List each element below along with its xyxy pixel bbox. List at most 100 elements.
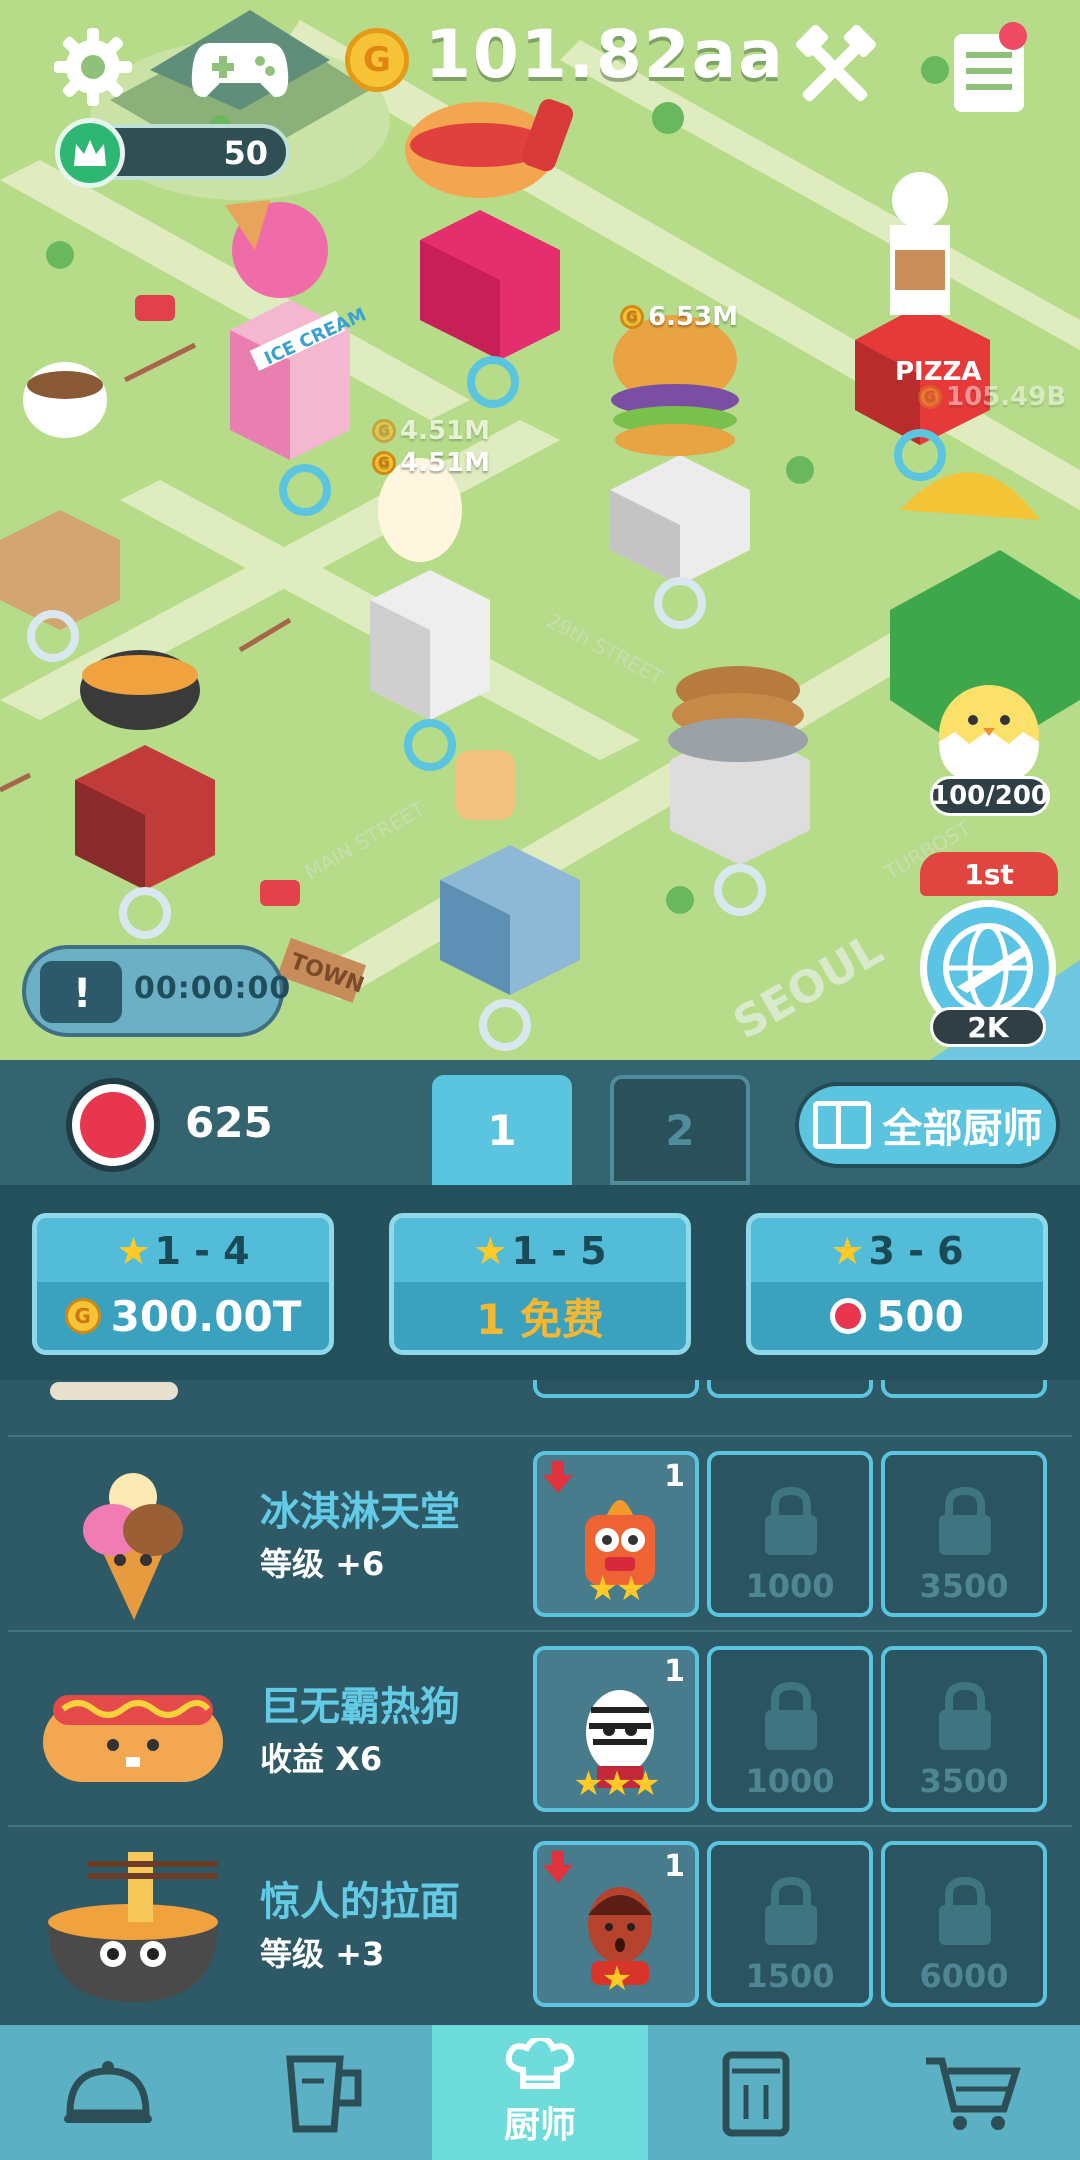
slot-price: 1500: [745, 1957, 835, 1995]
locked-chef-slot[interactable]: 1500: [707, 1841, 873, 2007]
locked-chef-slot[interactable]: 3500: [881, 1646, 1047, 1812]
hot-dog-icon: [43, 1695, 223, 1782]
settings-gear-icon[interactable]: [48, 22, 138, 112]
dish-plate-icon: [50, 1382, 178, 1400]
gem-icon: [66, 1078, 160, 1172]
player-level-bar[interactable]: 50: [55, 118, 290, 188]
nav-drinks[interactable]: [216, 2025, 432, 2160]
list-item-partial: 1000 3500: [8, 1380, 1072, 1422]
tools-hammer-icon[interactable]: [790, 24, 880, 114]
menu-book-icon: [722, 2051, 790, 2136]
money-amount: 101.82aa: [425, 16, 785, 93]
panel-header: 625 1 2 全部厨师: [0, 1060, 1080, 1185]
gold-coin-icon: G: [345, 28, 409, 92]
lock-icon: [765, 1487, 817, 1555]
chef-panel: 625 1 2 全部厨师 ★ 1 - 4 G 300.00T ★ 1 - 5 1 免费…: [0, 1060, 1080, 2025]
star-icon: ★: [116, 1229, 151, 1273]
rank-ribbon: 1st: [920, 852, 1058, 896]
slot-price: 3500: [919, 1762, 1009, 1800]
slot-price: 3500: [885, 1380, 1043, 1386]
page-tab-1[interactable]: 1: [432, 1075, 572, 1185]
chef-star-rating: ★★★: [573, 1764, 660, 1804]
tv-icon: !: [40, 961, 122, 1023]
locked-chef-slot[interactable]: 3500: [881, 1451, 1047, 1617]
city-map[interactable]: 29th STREET MAIN STREET TURBOST SEOUL IC…: [0, 0, 1080, 1060]
chick-capacity: 100/200: [930, 776, 1050, 816]
small-coin-icon: G: [620, 305, 644, 329]
gamepad-icon[interactable]: [190, 30, 290, 105]
draw-cost: 500: [876, 1291, 964, 1341]
locked-chef-slot[interactable]: 1000: [707, 1646, 873, 1812]
draw-star-range: 1 - 5: [511, 1229, 607, 1273]
draw-card-gem[interactable]: ★ 3 - 6 500: [746, 1213, 1048, 1355]
restaurant-bonus: 等级 +6: [260, 1545, 385, 1583]
page-tab-2[interactable]: 2: [610, 1075, 750, 1185]
slot-price: 1000: [745, 1567, 835, 1605]
restaurant-bonus: 收益 X6: [260, 1740, 383, 1778]
crown-icon: [55, 118, 125, 188]
draw-card-free[interactable]: ★ 1 - 5 1 免费: [389, 1213, 691, 1355]
draw-cost: 300.00T: [110, 1291, 302, 1341]
small-coin-icon: G: [918, 385, 942, 409]
restaurant-bonus: 等级 +3: [260, 1935, 385, 1973]
chef-slot[interactable]: 1 ★: [533, 1841, 699, 2007]
all-chefs-label: 全部厨师: [882, 1106, 1043, 1152]
ad-timer: 00:00:00: [134, 971, 292, 1006]
restaurant-name: 巨无霸热狗: [260, 1684, 460, 1730]
gem-count: 625: [185, 1098, 273, 1147]
locked-chef-slot[interactable]: 6000: [881, 1841, 1047, 2007]
locked-slot-partial[interactable]: 3500: [881, 1380, 1047, 1398]
chef-star-rating: ★: [601, 1959, 632, 1999]
player-level: 50: [223, 134, 268, 172]
slot-price: 3500: [919, 1567, 1009, 1605]
nav-menu[interactable]: [648, 2025, 864, 2160]
small-coin-icon: G: [372, 419, 396, 443]
ice-cream-cone-icon: [83, 1473, 183, 1620]
quest-list-icon[interactable]: [948, 20, 1048, 115]
lock-icon: [765, 1877, 817, 1945]
chef-slot[interactable]: 1 ★★★: [533, 1646, 699, 1812]
nav-chef-label: 厨师: [503, 2104, 576, 2146]
list-item-ramen: 惊人的拉面 等级 +3 1 ★ 1500 6000: [8, 1825, 1072, 2017]
nav-shop[interactable]: [864, 2025, 1080, 2160]
coin-icon: G: [64, 1298, 101, 1334]
draw-card-coin[interactable]: ★ 1 - 4 G 300.00T: [32, 1213, 334, 1355]
chicken-income-label: G 4.51M: [372, 448, 490, 478]
small-coin-icon: G: [372, 451, 396, 475]
restaurant-chef-list[interactable]: 1000 3500 冰淇淋天堂 等级 +6 1: [0, 1380, 1080, 2025]
list-item-hot-dog: 巨无霸热狗 收益 X6 1 ★★★ 1000 3500: [8, 1630, 1072, 1822]
chef-slot-partial[interactable]: [533, 1380, 699, 1398]
lock-icon: [939, 1487, 991, 1555]
bottom-nav: 厨师: [0, 2025, 1080, 2160]
restaurant-name: 冰淇淋天堂: [260, 1489, 460, 1535]
draw-cost-free: 1 免费: [476, 1294, 604, 1344]
egg-chick-icon[interactable]: [935, 680, 1043, 785]
chef-hat-icon: [505, 2037, 575, 2089]
shopping-cart-icon: [926, 2057, 1021, 2130]
lock-icon: [765, 1682, 817, 1750]
serving-cloche-icon: [64, 2060, 152, 2123]
pizza-income-label: G 105.49B: [918, 382, 1066, 412]
list-item-ice-cream: 冰淇淋天堂 等级 +6 1 ★★ 1000 3500: [8, 1435, 1072, 1627]
chef-star-rating: ★★: [587, 1569, 647, 1609]
book-icon: [812, 1101, 871, 1149]
burger-income-label: G 6.53M: [620, 302, 738, 332]
nav-chef[interactable]: 厨师: [432, 2025, 648, 2160]
slot-price: 1000: [711, 1380, 869, 1386]
locked-chef-slot[interactable]: 1000: [707, 1451, 873, 1617]
ad-timer-button[interactable]: ! 00:00:00: [22, 945, 290, 1037]
nav-serve[interactable]: [0, 2025, 216, 2160]
restaurant-name: 惊人的拉面: [260, 1879, 460, 1925]
rank-player-count: 2K: [930, 1007, 1046, 1047]
chef-draw-row: ★ 1 - 4 G 300.00T ★ 1 - 5 1 免费 ★ 3 - 6 500: [0, 1185, 1080, 1380]
pitcher-icon: [286, 2055, 362, 2132]
slot-price: 1000: [745, 1762, 835, 1800]
slot-price: 6000: [919, 1957, 1009, 1995]
star-icon: ★: [473, 1229, 508, 1273]
ramen-bowl-icon: [48, 1852, 218, 2002]
locked-slot-partial[interactable]: 1000: [707, 1380, 873, 1398]
all-chefs-button[interactable]: 全部厨师: [795, 1082, 1060, 1168]
chef-slot[interactable]: 1 ★★: [533, 1451, 699, 1617]
lock-icon: [939, 1877, 991, 1945]
draw-star-range: 3 - 6: [868, 1229, 964, 1273]
